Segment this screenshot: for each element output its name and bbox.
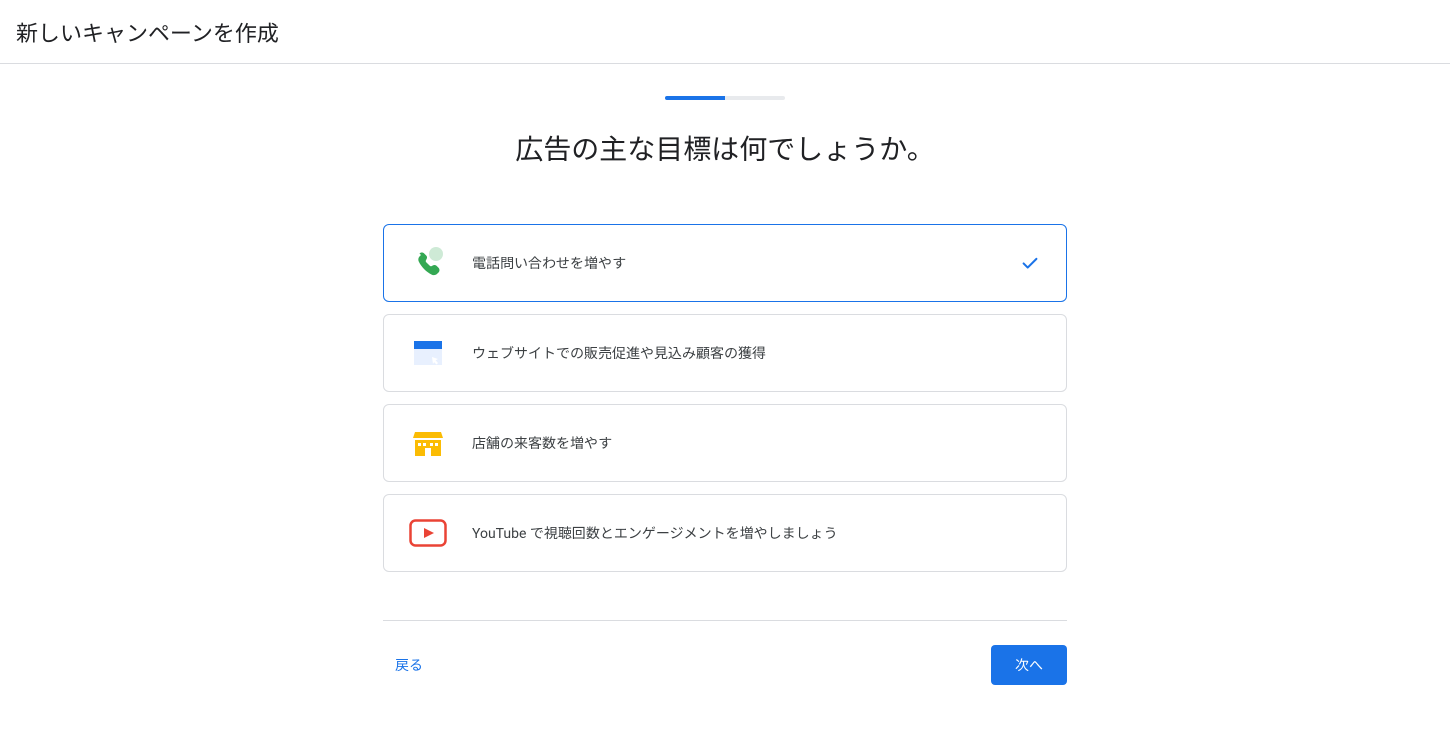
goal-options: 電話問い合わせを増やす ウェブサイトでの販売促進や見込み顧客の獲得 — [383, 224, 1067, 572]
progress-bar — [665, 96, 785, 100]
main-content: 広告の主な目標は何でしょうか。 電話問い合わせを増やす — [0, 64, 1450, 685]
goal-option-youtube[interactable]: YouTube で視聴回数とエンゲージメントを増やしましょう — [383, 494, 1067, 572]
goal-option-label: ウェブサイトでの販売促進や見込み顧客の獲得 — [472, 343, 1042, 363]
progress-step-2 — [725, 96, 785, 100]
goal-option-calls[interactable]: 電話問い合わせを増やす — [383, 224, 1067, 302]
store-icon — [408, 423, 448, 463]
check-icon — [1018, 251, 1042, 275]
question-heading: 広告の主な目標は何でしょうか。 — [515, 128, 934, 168]
footer-nav: 戻る 次へ — [383, 620, 1067, 685]
app-header: 新しいキャンペーンを作成 — [0, 0, 1450, 64]
goal-option-store[interactable]: 店舗の来客数を増やす — [383, 404, 1067, 482]
progress-step-1 — [665, 96, 725, 100]
goal-option-website[interactable]: ウェブサイトでの販売促進や見込み顧客の獲得 — [383, 314, 1067, 392]
page-title: 新しいキャンペーンを作成 — [16, 16, 279, 48]
back-button[interactable]: 戻る — [383, 647, 435, 683]
next-button[interactable]: 次へ — [991, 645, 1067, 685]
goal-option-label: 店舗の来客数を増やす — [472, 433, 1042, 453]
website-icon — [408, 333, 448, 373]
youtube-icon — [408, 513, 448, 553]
phone-icon — [408, 243, 448, 283]
goal-option-label: 電話問い合わせを増やす — [472, 253, 1018, 273]
goal-option-label: YouTube で視聴回数とエンゲージメントを増やしましょう — [472, 523, 1042, 543]
